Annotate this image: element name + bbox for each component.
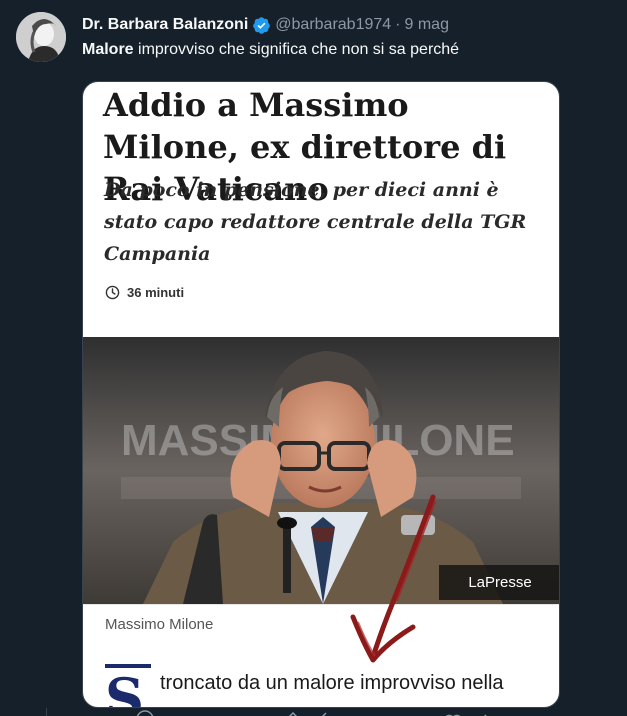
tweet[interactable]: Dr. Barbara Balanzoni @barbarab1974 · 9 …: [0, 0, 627, 716]
tweet-date[interactable]: 9 mag: [405, 16, 449, 34]
attached-image[interactable]: Addio a Massimo Milone, ex direttore di …: [82, 81, 560, 708]
article-photo: MASSIMO MILONE LaPresse: [83, 337, 559, 604]
separator-dot: ·: [395, 16, 401, 33]
photo-caption: Massimo Milone: [105, 616, 214, 633]
display-name[interactable]: Dr. Barbara Balanzoni: [82, 16, 248, 34]
tweet-text: Malore improvviso che significa che non …: [82, 41, 459, 59]
caption-divider: [83, 604, 559, 605]
tweet-text-rest: improvviso che significa che non si sa p…: [133, 41, 460, 58]
read-time-label: 36 minuti: [127, 285, 185, 300]
user-avatar[interactable]: [16, 12, 66, 62]
article-subhead: Da poco in pensione, per dieci anni è st…: [104, 179, 527, 265]
tweet-actions-row: [82, 706, 560, 716]
user-handle[interactable]: @barbarab1974: [275, 16, 391, 34]
article-dropcap: S: [105, 664, 151, 707]
verified-badge-icon: [252, 16, 271, 35]
article-body: troncato da un malore improvviso nella: [160, 672, 504, 694]
thread-divider: [46, 708, 47, 716]
photo-credit: LaPresse: [439, 565, 559, 600]
clock-icon: [105, 285, 120, 300]
tweet-header: Dr. Barbara Balanzoni @barbarab1974 · 9 …: [82, 14, 449, 36]
tweet-text-bold: Malore: [82, 41, 134, 58]
read-time: 36 minuti: [105, 285, 184, 300]
